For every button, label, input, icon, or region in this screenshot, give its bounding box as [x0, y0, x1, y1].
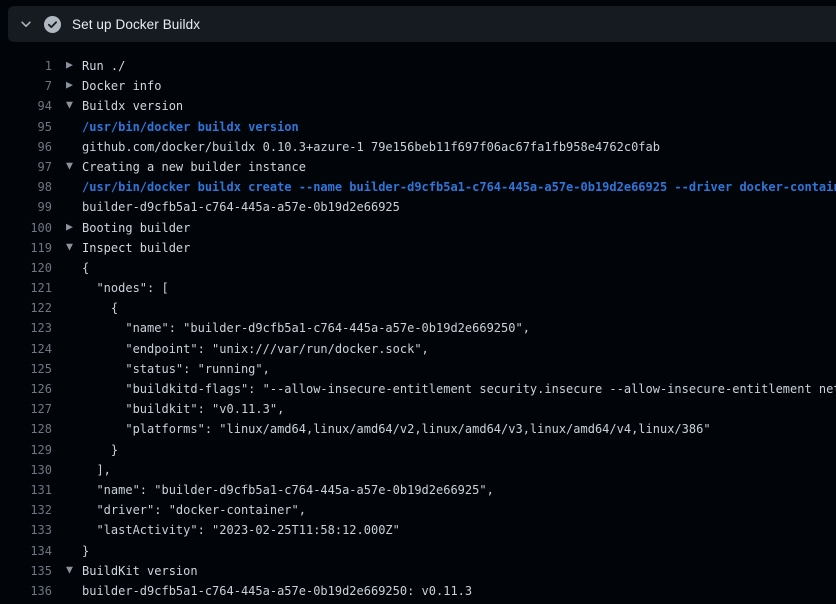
line-number[interactable]: 94 — [0, 96, 52, 116]
log-line: 127 ▶ "buildkit": "v0.11.3", — [0, 399, 836, 419]
log-line: 130 ▶ ], — [0, 460, 836, 480]
line-number[interactable]: 129 — [0, 440, 52, 460]
triangle-down-icon[interactable]: ▼ — [66, 237, 82, 257]
triangle-down-icon[interactable]: ▼ — [66, 560, 82, 580]
log-line: 131 ▶ "name": "builder-d9cfb5a1-c764-445… — [0, 480, 836, 500]
line-text: Booting builder — [82, 218, 190, 238]
log-line[interactable]: 1 ▶ Run ./ — [0, 56, 836, 76]
log-line: 120 ▶ { — [0, 258, 836, 278]
line-text: Creating a new builder instance — [82, 157, 306, 177]
line-text: Docker info — [82, 76, 161, 96]
line-number[interactable]: 125 — [0, 359, 52, 379]
line-text: github.com/docker/buildx 0.10.3+azure-1 … — [82, 137, 660, 157]
log-line: 133 ▶ "lastActivity": "2023-02-25T11:58:… — [0, 520, 836, 540]
line-number[interactable]: 131 — [0, 480, 52, 500]
line-text: "status": "running", — [82, 359, 270, 379]
line-number[interactable]: 119 — [0, 238, 52, 258]
line-number[interactable]: 126 — [0, 379, 52, 399]
line-number[interactable]: 100 — [0, 218, 52, 238]
line-number[interactable]: 128 — [0, 419, 52, 439]
log-line: 136 ▶ builder-d9cfb5a1-c764-445a-a57e-0b… — [0, 581, 836, 601]
line-number[interactable]: 98 — [0, 177, 52, 197]
log-line: 123 ▶ "name": "builder-d9cfb5a1-c764-445… — [0, 318, 836, 338]
log-line[interactable]: 97 ▼ Creating a new builder instance — [0, 157, 836, 177]
triangle-right-icon[interactable]: ▶ — [66, 76, 82, 96]
line-number[interactable]: 136 — [0, 581, 52, 601]
line-text: { — [82, 298, 118, 318]
line-text: BuildKit version — [82, 561, 198, 581]
line-text: /usr/bin/docker buildx version — [82, 117, 299, 137]
log-line: 126 ▶ "buildkitd-flags": "--allow-insecu… — [0, 379, 836, 399]
line-text: Run ./ — [82, 56, 125, 76]
line-number[interactable]: 127 — [0, 399, 52, 419]
log-line: 121 ▶ "nodes": [ — [0, 278, 836, 298]
line-text: Inspect builder — [82, 238, 190, 258]
line-number[interactable]: 132 — [0, 500, 52, 520]
log-line: 122 ▶ { — [0, 298, 836, 318]
log-line[interactable]: 135 ▼ BuildKit version — [0, 561, 836, 581]
log-line: 129 ▶ } — [0, 440, 836, 460]
log-line: 132 ▶ "driver": "docker-container", — [0, 500, 836, 520]
triangle-down-icon[interactable]: ▼ — [66, 96, 82, 116]
line-number[interactable]: 1 — [0, 56, 52, 76]
triangle-down-icon[interactable]: ▼ — [66, 156, 82, 176]
log-line: 98 ▶ /usr/bin/docker buildx create --nam… — [0, 177, 836, 197]
line-text: /usr/bin/docker buildx create --name bui… — [82, 177, 836, 197]
line-text: "nodes": [ — [82, 278, 169, 298]
line-number[interactable]: 133 — [0, 520, 52, 540]
log-line: 125 ▶ "status": "running", — [0, 359, 836, 379]
line-number[interactable]: 97 — [0, 157, 52, 177]
log-line[interactable]: 94 ▼ Buildx version — [0, 96, 836, 116]
log-line: 96 ▶ github.com/docker/buildx 0.10.3+azu… — [0, 137, 836, 157]
log-line[interactable]: 100 ▶ Booting builder — [0, 218, 836, 238]
triangle-right-icon[interactable]: ▶ — [66, 217, 82, 237]
log-line: 99 ▶ builder-d9cfb5a1-c764-445a-a57e-0b1… — [0, 197, 836, 217]
line-text: Buildx version — [82, 96, 183, 116]
log-line[interactable]: 119 ▼ Inspect builder — [0, 238, 836, 258]
line-number[interactable]: 96 — [0, 137, 52, 157]
step-header[interactable]: Set up Docker Buildx — [8, 6, 836, 42]
step-title: Set up Docker Buildx — [72, 17, 200, 32]
line-text: ], — [82, 460, 111, 480]
line-number[interactable]: 134 — [0, 541, 52, 561]
line-number[interactable]: 95 — [0, 117, 52, 137]
line-number[interactable]: 121 — [0, 278, 52, 298]
check-circle-icon — [44, 16, 61, 33]
log-line: 134 ▶ } — [0, 541, 836, 561]
line-text: "lastActivity": "2023-02-25T11:58:12.000… — [82, 520, 400, 540]
line-text: } — [82, 541, 89, 561]
line-text: "endpoint": "unix:///var/run/docker.sock… — [82, 339, 429, 359]
line-text: "platforms": "linux/amd64,linux/amd64/v2… — [82, 419, 711, 439]
line-number[interactable]: 99 — [0, 197, 52, 217]
triangle-right-icon[interactable]: ▶ — [66, 56, 82, 76]
line-text: "buildkit": "v0.11.3", — [82, 399, 284, 419]
line-text: "buildkitd-flags": "--allow-insecure-ent… — [82, 379, 836, 399]
line-number[interactable]: 120 — [0, 258, 52, 278]
line-text: { — [82, 258, 89, 278]
line-text: "name": "builder-d9cfb5a1-c764-445a-a57e… — [82, 318, 530, 338]
line-number[interactable]: 124 — [0, 339, 52, 359]
line-text: } — [82, 440, 118, 460]
line-number[interactable]: 7 — [0, 76, 52, 96]
line-number[interactable]: 123 — [0, 318, 52, 338]
line-number[interactable]: 122 — [0, 298, 52, 318]
log-lines: 1 ▶ Run ./ 7 ▶ Docker info 94 ▼ Buildx v… — [0, 42, 836, 601]
chevron-down-icon[interactable] — [19, 17, 33, 31]
line-number[interactable]: 135 — [0, 561, 52, 581]
log-line: 95 ▶ /usr/bin/docker buildx version — [0, 117, 836, 137]
line-text: "driver": "docker-container", — [82, 500, 306, 520]
log-line[interactable]: 7 ▶ Docker info — [0, 76, 836, 96]
line-number[interactable]: 130 — [0, 460, 52, 480]
log-line: 124 ▶ "endpoint": "unix:///var/run/docke… — [0, 339, 836, 359]
line-text: builder-d9cfb5a1-c764-445a-a57e-0b19d2e6… — [82, 581, 472, 601]
log-line: 128 ▶ "platforms": "linux/amd64,linux/am… — [0, 419, 836, 439]
line-text: builder-d9cfb5a1-c764-445a-a57e-0b19d2e6… — [82, 197, 400, 217]
line-text: "name": "builder-d9cfb5a1-c764-445a-a57e… — [82, 480, 494, 500]
